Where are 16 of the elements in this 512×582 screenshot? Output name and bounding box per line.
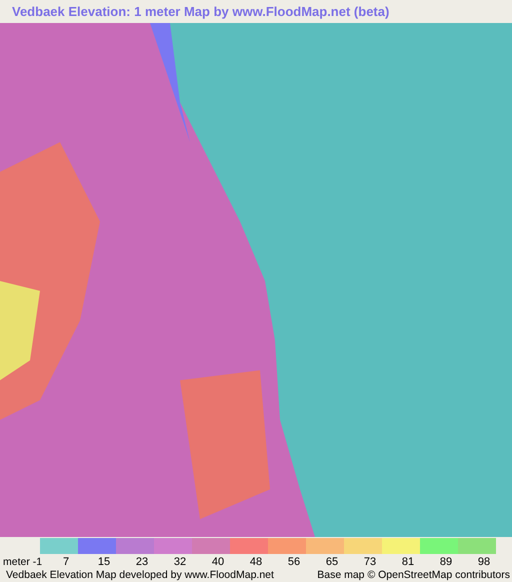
legend-tick-label: 98: [476, 556, 492, 569]
legend-tick-label: 48: [248, 556, 264, 569]
legend-tick-label: 65: [324, 556, 340, 569]
legend-tick-label: 40: [210, 556, 226, 569]
legend-tick-label: 73: [362, 556, 378, 569]
legend-tick-label: 7: [62, 556, 70, 569]
legend-tick-label: 15: [96, 556, 112, 569]
map-title: Vedbaek Elevation: 1 meter Map by www.FloodMap.net (beta): [11, 3, 390, 21]
legend-tick-label: 89: [438, 556, 454, 569]
legend-tick-label: 81: [400, 556, 416, 569]
legend-tick-label: 56: [286, 556, 302, 569]
credit-text: Vedbaek Elevation Map developed by www.FloodMap.net: [6, 569, 274, 581]
attribution-text: Base map © OpenStreetMap contributors: [317, 569, 510, 581]
legend-unit-label: meter -1: [2, 556, 44, 569]
legend-tick-label: 32: [172, 556, 188, 569]
legend-tick-label: 23: [134, 556, 150, 569]
